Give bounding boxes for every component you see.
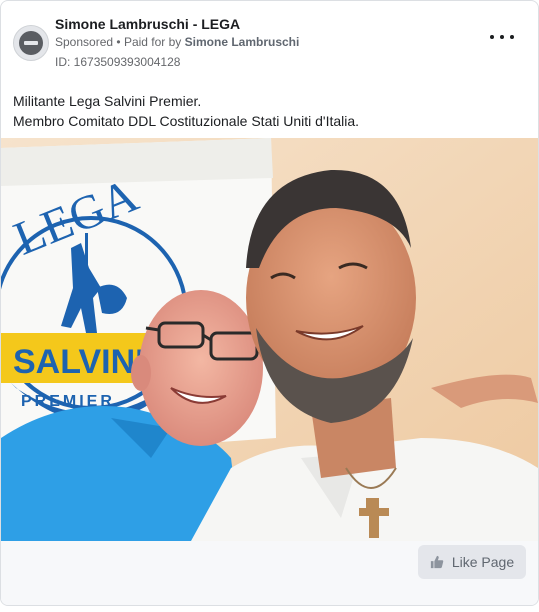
sponsored-label: Sponsored	[55, 35, 114, 49]
post-body: Militante Lega Salvini Premier. Membro C…	[13, 91, 526, 131]
page-avatar[interactable]	[13, 25, 49, 61]
page-name[interactable]: Simone Lambruschi - LEGA	[55, 16, 240, 32]
sponsored-line: Sponsored • Paid for by Simone Lambrusch…	[55, 35, 299, 49]
flag-text-main: SALVINI	[13, 343, 145, 381]
paid-for-name: Simone Lambruschi	[184, 35, 300, 49]
like-page-button[interactable]: Like Page	[418, 545, 526, 579]
ad-image[interactable]: LEGA SALVINI PREMIER	[1, 138, 538, 541]
more-options-icon[interactable]	[490, 29, 514, 45]
separator: •	[116, 35, 121, 49]
post-header: Simone Lambruschi - LEGA Sponsored • Pai…	[13, 13, 526, 75]
thumbs-up-icon	[430, 555, 444, 569]
paid-for-label: Paid for by	[123, 35, 182, 49]
body-line: Membro Comitato DDL Costituzionale Stati…	[13, 113, 360, 129]
selfie-photo: LEGA SALVINI PREMIER	[1, 138, 538, 541]
ad-card: Simone Lambruschi - LEGA Sponsored • Pai…	[0, 0, 539, 606]
no-entry-icon	[19, 31, 43, 55]
body-line: Militante Lega Salvini Premier.	[13, 93, 202, 109]
ad-id: ID: 1673509393004128	[55, 55, 181, 69]
like-page-label: Like Page	[451, 554, 515, 570]
ad-footer: Like Page	[1, 541, 538, 605]
